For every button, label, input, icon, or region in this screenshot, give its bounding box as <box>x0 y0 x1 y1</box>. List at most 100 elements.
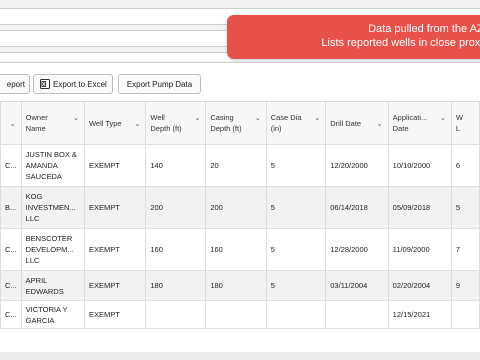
owner-name-line: LLC <box>25 256 40 265</box>
drill-date-cell: 06/14/2018 <box>325 186 389 229</box>
excel-icon <box>40 79 50 89</box>
truncated-column-cell <box>450 300 480 329</box>
column-header-label: Date <box>392 124 409 133</box>
chevron-down-icon[interactable]: ⌄ <box>135 119 141 130</box>
casing-depth-cell: 200 <box>205 186 267 229</box>
application-date-cell: 11/09/2000 <box>387 228 452 271</box>
well-depth-cell: 180 <box>145 270 207 301</box>
chevron-down-icon[interactable]: ⌄ <box>377 119 383 130</box>
well-type-cell: EXEMPT <box>83 270 147 301</box>
row-id-cell: C... <box>0 228 22 271</box>
table-body: C... JUSTIN BOX & AMANDA SAUCEDA EXEMPT 140 20… <box>0 144 480 329</box>
owner-name-line: APRIL <box>25 275 48 285</box>
casing-depth-cell <box>205 300 267 329</box>
column-header[interactable]: Case Dia (in) ⌄ <box>265 101 327 145</box>
row-id-cell: C... <box>0 270 22 301</box>
well-type-cell: EXEMPT <box>83 144 147 187</box>
notification-line-1: Data pulled from the AZ We <box>368 23 480 35</box>
column-header[interactable]: ⌄ <box>0 101 22 145</box>
owner-name-line: JUSTIN BOX & <box>25 150 77 159</box>
export-excel-button[interactable]: Export to Excel <box>33 74 113 94</box>
chevron-down-icon[interactable]: ⌄ <box>440 113 446 124</box>
column-header[interactable]: Drill Date ⌄ <box>325 101 389 145</box>
export-excel-label: Export to Excel <box>53 80 107 89</box>
case-dia-cell: 5 <box>265 228 327 271</box>
truncated-column-cell: 6 <box>450 144 480 187</box>
owner-name-cell: JUSTIN BOX & AMANDA SAUCEDA <box>20 144 85 187</box>
column-header-label: Applicati... <box>392 113 428 122</box>
casing-depth-cell: 160 <box>205 228 267 271</box>
truncated-column-cell: 9 <box>450 270 480 301</box>
row-id-cell: B... <box>0 186 22 229</box>
owner-name-line: KOG <box>25 192 43 201</box>
casing-depth-cell: 20 <box>205 144 267 187</box>
chevron-down-icon[interactable]: ⌄ <box>194 113 200 124</box>
column-header-label: Depth (ft) <box>150 124 182 133</box>
chevron-down-icon[interactable]: ⌄ <box>73 113 79 124</box>
owner-name-line: SAUCEDA <box>25 172 62 181</box>
column-header[interactable]: Owner Name ⌄ <box>20 101 85 145</box>
info-notification[interactable]: Data pulled from the AZ We Lists reporte… <box>227 15 480 59</box>
table-row[interactable]: C... VICTORIA Y GARCIA EXEMPT 12/15/2021 <box>0 300 480 329</box>
column-header-label: Depth (ft) <box>210 124 242 133</box>
drill-date-cell: 03/11/2004 <box>325 270 389 301</box>
owner-name-cell: KOG INVESTMEN... LLC <box>20 186 85 229</box>
column-header-label: Owner <box>25 113 48 122</box>
case-dia-cell: 5 <box>265 186 327 229</box>
truncated-column-cell: 5 <box>450 186 480 229</box>
footer-band <box>0 352 480 360</box>
table-row[interactable]: C... JUSTIN BOX & AMANDA SAUCEDA EXEMPT 140 20… <box>0 144 480 187</box>
export-report-button[interactable]: eport <box>0 74 30 94</box>
owner-name-line: EDWARDS <box>25 286 64 296</box>
column-header-label: W <box>455 113 463 122</box>
well-depth-cell: 160 <box>145 228 207 271</box>
owner-name-line: BENSCOTER <box>25 234 73 243</box>
export-pump-data-button[interactable]: Export Pump Data <box>118 74 201 94</box>
row-id-cell: C... <box>0 144 22 187</box>
owner-name-cell: BENSCOTER DEVELOPM... LLC <box>20 228 85 271</box>
application-date-cell: 12/15/2021 <box>387 300 452 329</box>
notification-line-2: Lists reported wells in close proximity <box>321 37 480 49</box>
column-header[interactable]: Casing Depth (ft) ⌄ <box>205 101 267 145</box>
case-dia-cell: 5 <box>265 270 327 301</box>
well-type-cell: EXEMPT <box>83 228 147 271</box>
chevron-down-icon[interactable]: ⌄ <box>255 113 261 124</box>
column-header[interactable]: Well Type ⌄ <box>83 101 147 145</box>
owner-name-line: DEVELOPM... <box>25 245 74 254</box>
owner-name-line: AMANDA <box>25 161 58 170</box>
column-header-label: (in) <box>270 124 282 133</box>
export-report-label: eport <box>6 80 25 89</box>
drill-date-cell: 12/20/2000 <box>325 144 389 187</box>
well-depth-cell <box>145 300 207 329</box>
chevron-down-icon[interactable]: ⌄ <box>314 113 320 124</box>
export-pump-label: Export Pump Data <box>126 80 193 89</box>
row-id-cell: C... <box>0 300 22 329</box>
application-date-cell: 02/20/2004 <box>387 270 452 301</box>
column-header-label: Drill Date <box>330 118 362 128</box>
chevron-down-icon[interactable]: ⌄ <box>10 119 16 130</box>
well-depth-cell: 200 <box>145 186 207 229</box>
truncated-column-cell: 7 <box>450 228 480 271</box>
owner-name-line: LLC <box>25 214 40 223</box>
well-type-cell: EXEMPT <box>83 186 147 229</box>
application-date-cell: 05/09/2018 <box>387 186 452 229</box>
column-header[interactable]: Well Depth (ft) ⌄ <box>145 101 207 145</box>
owner-name-line: GARCIA <box>25 315 55 325</box>
drill-date-cell: 12/28/2000 <box>325 228 389 271</box>
column-header[interactable]: WL <box>450 101 480 145</box>
column-header-label: Name <box>25 124 46 133</box>
table-row[interactable]: C... BENSCOTER DEVELOPM... LLC EXEMPT 160 160 5… <box>0 228 480 271</box>
column-header[interactable]: Applicati... Date ⌄ <box>387 101 452 145</box>
owner-name-line: INVESTMEN... <box>25 203 76 212</box>
drill-date-cell <box>325 300 389 329</box>
case-dia-cell <box>265 300 327 329</box>
table-row[interactable]: C... APRIL EDWARDS EXEMPT 180 180 5 03/11/2004 0… <box>0 270 480 301</box>
well-type-cell: EXEMPT <box>83 300 147 329</box>
casing-depth-cell: 180 <box>205 270 267 301</box>
owner-name-cell: VICTORIA Y GARCIA <box>20 300 85 329</box>
table-header-row: ⌄ Owner Name ⌄ Well Type ⌄ Well Depth (ft) ⌄ Casi… <box>0 101 480 145</box>
application-date-cell: 10/10/2000 <box>387 144 452 187</box>
well-depth-cell: 140 <box>145 144 207 187</box>
owner-name-line: VICTORIA Y <box>25 304 68 314</box>
table-row[interactable]: B... KOG INVESTMEN... LLC EXEMPT 200 200 5 06/14… <box>0 186 480 229</box>
